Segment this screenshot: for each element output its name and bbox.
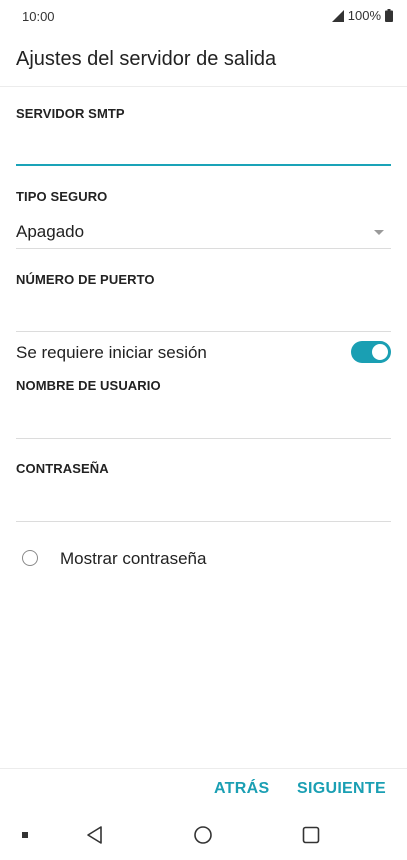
require-signin-toggle[interactable] <box>351 341 391 363</box>
port-number-input[interactable] <box>16 298 391 328</box>
back-button[interactable]: ATRÁS <box>214 780 269 798</box>
security-type-label: TIPO SEGURO <box>16 189 108 204</box>
signal-icon <box>331 9 344 22</box>
smtp-server-input[interactable] <box>16 132 391 162</box>
password-input[interactable] <box>16 487 391 517</box>
password-label: CONTRASEÑA <box>16 461 109 476</box>
require-signin-label: Se requiere iniciar sesión <box>16 343 207 362</box>
smtp-server-label: SERVIDOR SMTP <box>16 106 125 121</box>
nav-recent-apps-icon[interactable] <box>302 826 320 844</box>
status-time: 10:00 <box>22 9 55 24</box>
battery-percent: 100% <box>347 8 381 23</box>
nav-back-icon[interactable] <box>85 825 105 845</box>
show-password-label: Mostrar contraseña <box>60 549 207 568</box>
security-type-value: Apagado <box>16 222 85 241</box>
port-number-underline <box>16 331 391 332</box>
title-divider <box>0 86 407 87</box>
toggle-knob <box>372 344 388 360</box>
navigation-bar <box>0 812 407 860</box>
actions-divider <box>0 768 407 769</box>
username-input[interactable] <box>16 404 391 434</box>
battery-icon <box>385 9 393 22</box>
nav-dot-icon <box>22 832 28 838</box>
username-label: NOMBRE DE USUARIO <box>16 378 161 393</box>
port-number-label: NÚMERO DE PUERTO <box>16 272 155 287</box>
smtp-server-underline <box>16 164 391 166</box>
password-underline <box>16 521 391 522</box>
dropdown-arrow-icon <box>374 230 384 235</box>
nav-home-icon[interactable] <box>193 825 213 845</box>
next-button[interactable]: SIGUIENTE <box>297 780 386 798</box>
security-type-underline <box>16 248 391 249</box>
show-password-checkbox[interactable] <box>22 550 38 566</box>
status-indicators: 100% <box>331 8 393 23</box>
status-bar: 10:00 100% <box>0 0 407 32</box>
username-underline <box>16 438 391 439</box>
page-title: Ajustes del servidor de salida <box>16 48 277 70</box>
